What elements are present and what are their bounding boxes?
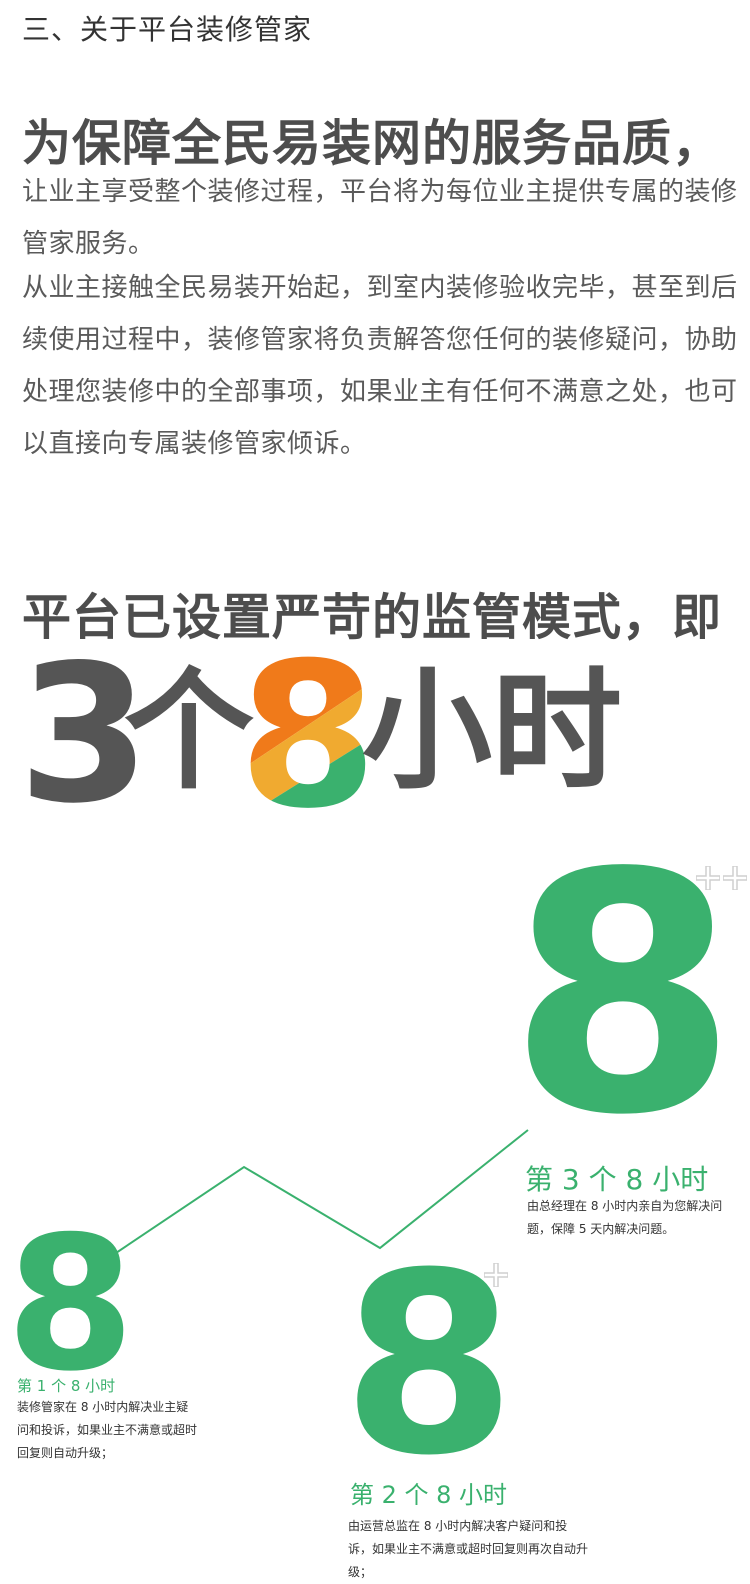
plus-icon	[484, 1263, 508, 1287]
tier-3-description: 由总经理在 8 小时内亲自为您解决问题，保障 5 天内解决问题。	[527, 1199, 723, 1236]
plus-icon	[696, 866, 720, 890]
tier-1-eight: 8	[6, 1196, 135, 1412]
plus-icon	[723, 866, 747, 890]
tier-2-label: 第 2 个 8 小时	[350, 1481, 508, 1509]
tier-1-description: 装修管家在 8 小时内解决业主疑问和投诉，如果业主不满意或超时回复则自动升级；	[17, 1400, 198, 1460]
tier-3-label: 第 3 个 8 小时	[525, 1163, 709, 1196]
tier-2-description: 由运营总监在 8 小时内解决客户疑问和投诉，如果业主不满意或超时回复则再次自动升…	[348, 1519, 589, 1579]
tier-1-label: 第 1 个 8 小时	[17, 1377, 116, 1395]
